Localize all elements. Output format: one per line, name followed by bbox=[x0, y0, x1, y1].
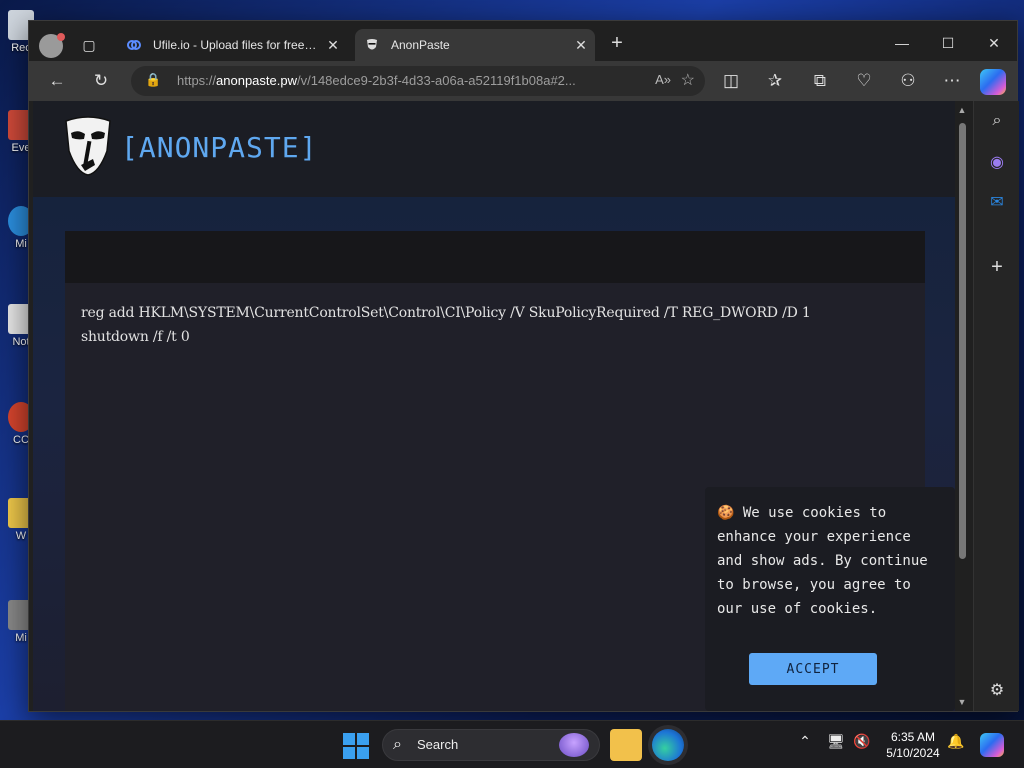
page-viewport: [ANONPASTE] reg add HKLM\SYSTEM\CurrentC… bbox=[33, 101, 955, 711]
minimize-button[interactable]: — bbox=[879, 29, 925, 57]
sidebar-settings-gear-icon[interactable]: ⚙ bbox=[985, 679, 1009, 703]
tab-anonpaste[interactable]: AnonPaste ✕ bbox=[355, 29, 595, 61]
back-arrow-icon[interactable]: ← bbox=[45, 69, 69, 93]
clock-time: 6:35 AM bbox=[890, 730, 936, 744]
sidebar-outlook-icon[interactable]: ✉ bbox=[985, 191, 1009, 215]
desktop-icon-label: Not bbox=[12, 336, 30, 348]
close-window-button[interactable]: ✕ bbox=[971, 29, 1017, 57]
paste-line: reg add HKLM\SYSTEM\CurrentControlSet\Co… bbox=[81, 305, 811, 321]
favorite-star-icon[interactable]: ☆ bbox=[681, 70, 695, 90]
taskbar: ⌕ Search ⌃ 🖥 🔇 6:35 AM 5/10/2024 🔔 bbox=[0, 720, 1024, 768]
cookie-message: 🍪 We use cookies to enhance your experie… bbox=[717, 501, 943, 621]
new-tab-button[interactable]: + bbox=[607, 33, 627, 54]
browser-essentials-icon[interactable]: ♡ bbox=[852, 69, 876, 93]
address-bar[interactable]: 🔒 https://anonpaste.pw/v/148edce9-2b3f-4… bbox=[131, 66, 705, 96]
url-text[interactable]: https://anonpaste.pw/v/148edce9-2b3f-4d3… bbox=[177, 66, 617, 96]
edge-taskbar-icon[interactable] bbox=[652, 729, 684, 761]
sidebar-add-icon[interactable]: + bbox=[985, 255, 1009, 279]
browser-toolbar: ← ↻ 🔒 https://anonpaste.pw/v/148edce9-2b… bbox=[29, 61, 1017, 101]
site-brand-title[interactable]: [ANONPASTE] bbox=[121, 131, 317, 164]
sidebar-search-icon[interactable]: ⌕ bbox=[985, 109, 1009, 133]
cookie-emoji-icon: 🍪 bbox=[717, 505, 735, 521]
tab-title: AnonPaste bbox=[391, 38, 450, 52]
tab-close-icon[interactable]: ✕ bbox=[325, 29, 341, 61]
tab-title: Ufile.io - Upload files for free & s bbox=[153, 38, 318, 52]
ufile-favicon-icon bbox=[127, 40, 141, 50]
system-clock[interactable]: 6:35 AM 5/10/2024 bbox=[880, 729, 946, 761]
page-scrollbar[interactable]: ▲ ▼ bbox=[955, 101, 969, 711]
tab-actions-icon[interactable]: ▢ bbox=[79, 35, 99, 55]
scroll-up-arrow-icon[interactable]: ▲ bbox=[957, 105, 967, 115]
desktop-icon-label: Mi bbox=[15, 238, 27, 250]
cookie-text: We use cookies to enhance your experienc… bbox=[717, 505, 928, 617]
anonpaste-mask-logo-icon[interactable] bbox=[63, 115, 113, 177]
file-explorer-icon[interactable] bbox=[610, 729, 642, 761]
notification-bell-icon[interactable]: 🔔 bbox=[946, 733, 966, 750]
search-highlight-icon bbox=[559, 733, 589, 757]
scrollbar-thumb[interactable] bbox=[959, 123, 966, 559]
start-windows-icon[interactable] bbox=[343, 733, 369, 759]
scroll-down-arrow-icon[interactable]: ▼ bbox=[957, 697, 967, 707]
clock-date: 5/10/2024 bbox=[886, 746, 940, 760]
search-icon: ⌕ bbox=[393, 736, 402, 753]
collections-icon[interactable]: ⧉ bbox=[808, 69, 832, 93]
browser-window: ▢ Ufile.io - Upload files for free & s ✕… bbox=[28, 20, 1019, 712]
site-header: [ANONPASTE] bbox=[33, 101, 955, 197]
read-aloud-icon[interactable]: A» bbox=[655, 72, 671, 87]
lock-icon[interactable]: 🔒 bbox=[145, 72, 161, 90]
copilot-icon[interactable] bbox=[980, 69, 1006, 95]
desktop-icon-label: CC bbox=[13, 434, 29, 446]
network-icon[interactable]: 🖥 bbox=[826, 733, 846, 750]
desktop-icon-label: W bbox=[15, 530, 27, 542]
taskbar-search-box[interactable]: ⌕ Search bbox=[382, 729, 600, 761]
copilot-taskbar-icon[interactable] bbox=[980, 733, 1004, 757]
maximize-button[interactable]: ☐ bbox=[925, 29, 971, 57]
search-label: Search bbox=[417, 737, 459, 752]
desktop-icon-label: Mi bbox=[15, 632, 27, 644]
more-menu-icon[interactable]: ⋯ bbox=[940, 69, 964, 93]
paste-content[interactable]: reg add HKLM\SYSTEM\CurrentControlSet\Co… bbox=[81, 301, 811, 349]
refresh-icon[interactable]: ↻ bbox=[89, 69, 113, 93]
tab-ufile[interactable]: Ufile.io - Upload files for free & s ✕ bbox=[117, 29, 347, 61]
volume-muted-icon[interactable]: 🔇 bbox=[852, 733, 872, 750]
paste-line: shutdown /f /t 0 bbox=[81, 329, 190, 345]
anonpaste-favicon-icon bbox=[367, 39, 377, 50]
cookie-banner: 🍪 We use cookies to enhance your experie… bbox=[705, 487, 955, 711]
split-screen-icon[interactable]: ◫ bbox=[719, 69, 743, 93]
tab-close-icon[interactable]: ✕ bbox=[573, 29, 589, 61]
sidebar-copilot-icon[interactable]: ◉ bbox=[985, 151, 1009, 175]
paste-header-bar bbox=[65, 231, 925, 283]
tab-bar: ▢ Ufile.io - Upload files for free & s ✕… bbox=[29, 21, 1017, 61]
favorites-icon[interactable]: ✰ bbox=[763, 69, 787, 93]
show-hidden-icons-chevron-icon[interactable]: ⌃ bbox=[795, 733, 815, 750]
edge-sidebar: ⌕ ◉ ✉ + ⚙ bbox=[973, 101, 1019, 711]
accept-cookies-button[interactable]: ACCEPT bbox=[749, 653, 877, 685]
profile-avatar-icon[interactable] bbox=[39, 33, 65, 58]
extensions-icon[interactable]: ⚇ bbox=[896, 69, 920, 93]
